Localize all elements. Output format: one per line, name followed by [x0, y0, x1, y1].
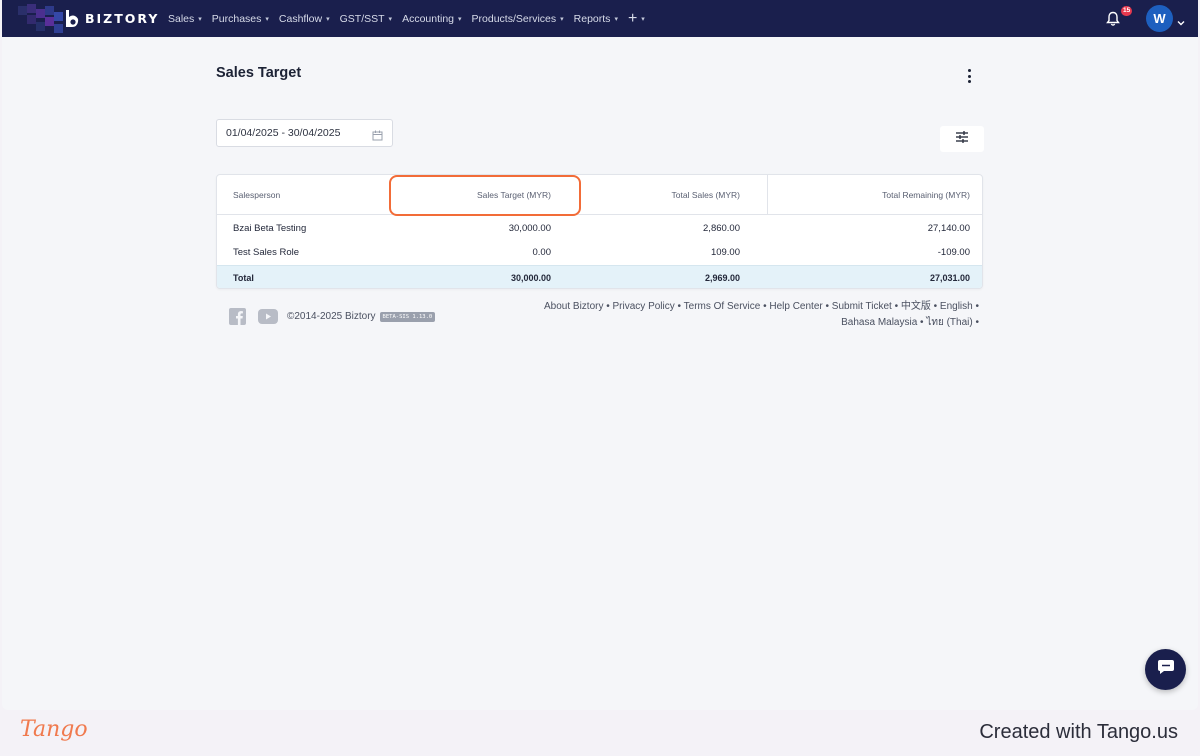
table-row[interactable]: Bzai Beta Testing 30,000.00 2,860.00 27,… — [217, 216, 982, 240]
brand-name: BIZTORY — [85, 11, 160, 26]
copyright-text: ©2014-2025 Biztory — [287, 311, 376, 322]
cell-total-remaining: 27,140.00 — [927, 222, 970, 234]
cell-salesperson: Bzai Beta Testing — [233, 222, 307, 234]
menu-sales[interactable]: Sales ▾ — [168, 13, 202, 25]
menu-products-services[interactable]: Products/Services ▾ — [472, 13, 564, 25]
total-total-remaining: 27,031.00 — [929, 273, 970, 283]
chevron-down-icon: ▾ — [614, 15, 618, 23]
column-header-salesperson[interactable]: Salesperson — [217, 190, 390, 200]
menu-label: Reports — [573, 12, 611, 25]
menu-gst-sst[interactable]: GST/SST ▾ — [340, 13, 392, 25]
app-window: BIZTORY Sales ▾ Purchases ▾ Cashflow ▾ GST/… — [2, 0, 1198, 710]
chevron-down-icon[interactable] — [1177, 14, 1185, 26]
column-header-total-remaining[interactable]: Total Remaining (MYR) — [753, 190, 982, 200]
chevron-down-icon: ▾ — [458, 15, 462, 23]
brand-logo[interactable]: BIZTORY — [64, 9, 159, 28]
footer-links[interactable]: About Biztory • Privacy Policy • Terms O… — [522, 299, 979, 331]
tango-logo: Tango — [20, 717, 88, 742]
menu-accounting[interactable]: Accounting ▾ — [402, 13, 461, 25]
chevron-down-icon: ▾ — [198, 15, 202, 23]
table-header-row: Salesperson Sales Target (MYR) Total Sal… — [217, 175, 982, 215]
chevron-down-icon: ▾ — [265, 15, 269, 23]
menu-label: Products/Services — [471, 12, 557, 25]
facebook-icon[interactable] — [229, 308, 246, 325]
sliders-icon — [955, 130, 969, 149]
total-label: Total — [233, 273, 254, 283]
more-options-icon[interactable] — [964, 68, 974, 84]
cell-sales-target: 30,000.00 — [508, 222, 551, 234]
menu-reports[interactable]: Reports ▾ — [574, 13, 618, 25]
menu-cashflow[interactable]: Cashflow ▾ — [279, 13, 330, 25]
table-row[interactable]: Test Sales Role 0.00 109.00 -109.00 — [217, 240, 982, 265]
chevron-down-icon: ▾ — [326, 15, 330, 23]
menu-label: Accounting — [402, 12, 455, 25]
copyright: ©2014-2025 Biztory BETA-SIS 1.13.0 — [287, 311, 436, 322]
biztory-logo-icon — [64, 9, 80, 28]
tango-created-with: Created with Tango.us — [979, 721, 1178, 743]
chat-support-button[interactable] — [1145, 649, 1186, 690]
bell-icon[interactable] — [1106, 11, 1120, 27]
cell-total-sales: 2,860.00 — [703, 222, 740, 234]
cell-total-remaining: -109.00 — [937, 247, 970, 258]
menu-label: Cashflow — [278, 12, 323, 25]
top-navbar: BIZTORY Sales ▾ Purchases ▾ Cashflow ▾ GST/… — [2, 0, 1198, 37]
date-range-value: 01/04/2025 - 30/04/2025 — [226, 127, 341, 139]
version-badge: BETA-SIS 1.13.0 — [379, 311, 436, 322]
notification-badge: 15 — [1121, 6, 1133, 16]
main-menu: Sales ▾ Purchases ▾ Cashflow ▾ GST/SST ▾ Acc… — [168, 0, 655, 37]
menu-label: GST/SST — [339, 12, 385, 25]
footer-links-line-2[interactable]: Bahasa Malaysia • ไทย (Thai) • — [522, 315, 979, 331]
date-range-picker[interactable]: 01/04/2025 - 30/04/2025 — [216, 119, 393, 147]
tango-highlight-box — [389, 175, 581, 216]
avatar[interactable]: W — [1146, 5, 1173, 32]
footer-links-line-1[interactable]: About Biztory • Privacy Policy • Terms O… — [522, 299, 979, 315]
column-header-total-sales[interactable]: Total Sales (MYR) — [565, 190, 753, 200]
table-total-row: Total 30,000.00 2,969.00 27,031.00 — [217, 265, 982, 288]
sales-target-table: Salesperson Sales Target (MYR) Total Sal… — [216, 174, 983, 289]
chevron-down-icon: ▾ — [388, 15, 393, 23]
calendar-icon — [372, 128, 383, 140]
plus-icon: + — [627, 9, 638, 27]
cell-sales-target: 0.00 — [532, 247, 552, 258]
total-sales-target: 30,000.00 — [510, 273, 551, 283]
menu-label: Sales — [168, 12, 195, 25]
chevron-down-icon: ▾ — [560, 15, 564, 23]
menu-purchases[interactable]: Purchases ▾ — [212, 13, 269, 25]
cell-salesperson: Test Sales Role — [233, 247, 300, 258]
total-total-sales: 2,969.00 — [704, 273, 740, 283]
cell-total-sales: 109.00 — [710, 247, 740, 258]
chat-icon — [1157, 659, 1175, 680]
filter-settings-button[interactable] — [940, 126, 984, 152]
page-title: Sales Target — [216, 65, 302, 81]
chevron-down-icon: ▾ — [641, 15, 645, 23]
youtube-icon[interactable] — [258, 309, 278, 324]
column-divider — [767, 175, 768, 215]
menu-label: Purchases — [211, 12, 262, 25]
menu-quick-add[interactable]: + ▾ — [627, 9, 645, 27]
